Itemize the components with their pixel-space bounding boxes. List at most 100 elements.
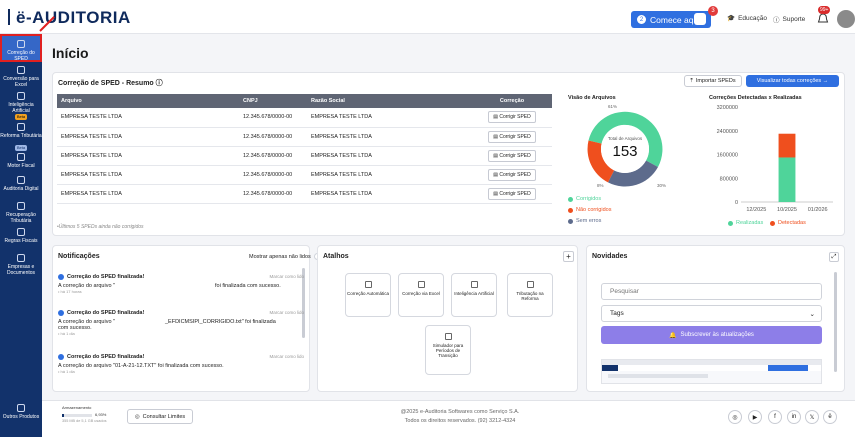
chart-icon (444, 333, 452, 340)
spreadsheet-icon (17, 66, 25, 74)
bell-icon[interactable] (816, 12, 830, 26)
linkedin-icon[interactable]: in (787, 410, 801, 424)
sidebar-item-excel[interactable]: Conversão para Excel (0, 66, 42, 88)
x-tick-label: 10/2025 (777, 207, 797, 213)
mark-read-link[interactable]: Marcar como lido (269, 310, 304, 315)
page-title: Início (52, 45, 89, 61)
money-icon (17, 202, 25, 210)
column-arquivo: Arquivo (57, 94, 239, 108)
shortcuts-title: Atalhos (323, 253, 349, 260)
sidebar-item-ai[interactable]: Inteligência Artificial (0, 92, 42, 114)
start-badge: 3 (708, 6, 718, 16)
bar-realizadas-10-2025 (778, 157, 796, 202)
shortcut-correcao-excel[interactable]: Correção via Excel (398, 273, 444, 317)
view-all-corrections-button[interactable]: Visualizar todas correções → (746, 75, 839, 87)
education-link[interactable]: 🎓 Educação (727, 14, 767, 23)
mark-read-link[interactable]: Marcar como lido (269, 354, 304, 359)
expand-icon[interactable]: ⤢ (829, 252, 839, 262)
grid-icon (17, 404, 25, 412)
unread-dot-icon (58, 274, 64, 280)
sped-table: Arquivo CNPJ Razão Social Correção EMPRE… (57, 94, 552, 204)
donut-total-label: Total de Arquivos (607, 136, 643, 141)
add-shortcut-button[interactable]: + (563, 251, 574, 262)
table-row: EMPRESA TESTE LTDA 12.345.678/0000-00 EMPR… (57, 127, 552, 147)
avatar[interactable] (837, 10, 855, 28)
check-limits-button[interactable]: ◎ Consultar Limites (127, 409, 193, 424)
mark-read-link[interactable]: Marcar como lido (269, 274, 304, 279)
notifications-title: Notificações (58, 253, 100, 260)
sidebar-beta-tag-1: Beta (14, 114, 28, 120)
shortcut-correcao-automatica[interactable]: Correção Automática (345, 273, 391, 317)
legend-corrigidos: Corrigidos (568, 196, 601, 202)
fix-sped-button[interactable]: ▤ Corrigir SPED (488, 111, 536, 124)
unread-only-toggle[interactable]: Mostrar apenas não lidos (249, 253, 328, 260)
storage-percent: 6,93% (95, 412, 107, 417)
fix-sped-button[interactable]: ▤ Corrigir SPED (488, 130, 536, 143)
instagram-icon[interactable]: ◎ (728, 410, 742, 424)
import-sped-button[interactable]: ⤒ Importar SPEDs (684, 75, 742, 87)
sidebar-item-regras[interactable]: Regras Fiscais (0, 228, 42, 244)
notification-item[interactable]: Correção do SPED finalizada! Marcar como… (58, 354, 306, 374)
tags-select[interactable]: Tags ⌄ (601, 305, 822, 322)
legend-nao-corrigidos: Não corrigidos (568, 207, 611, 213)
table-row: EMPRESA TESTE LTDA 12.345.678/0000-00 EMPR… (57, 184, 552, 204)
facebook-icon[interactable]: f (768, 410, 782, 424)
bar-detectadas-10-2025 (778, 133, 796, 158)
y-tick-label: 0 (735, 200, 738, 206)
sidebar-item-reforma[interactable]: Reforma Tributária (0, 123, 42, 139)
news-search-input[interactable] (601, 283, 822, 300)
sparkle-icon (17, 92, 25, 100)
news-scrollbar[interactable] (834, 272, 837, 372)
column-razao-social: Razão Social (307, 94, 472, 108)
eauditoria-icon[interactable]: ë (823, 410, 837, 424)
fix-sped-button[interactable]: ▤ Corrigir SPED (488, 168, 536, 181)
info-icon[interactable]: ⓘ (156, 80, 163, 87)
sped-note: •Últimos 5 SPEDs ainda não corrigidos (57, 224, 144, 230)
storage-used: 355 MB de 5,1 GB usados (62, 419, 107, 423)
storage-label: Armazenamento (62, 405, 92, 410)
unread-dot-icon (58, 354, 64, 360)
twitter-icon[interactable]: 𝕏 (805, 410, 819, 424)
rights-text: Todos os direitos reservados. (92) 3212-… (404, 418, 516, 424)
donut-pct-right: 30% (657, 183, 667, 188)
shortcut-tributacao[interactable]: Tributação na Reforma (507, 273, 553, 317)
sidebar-item-motor-fiscal[interactable]: Motor Fiscal (0, 153, 42, 169)
column-correcao: Correção (472, 94, 552, 108)
notification-item[interactable]: Correção do SPED finalizada! Marcar como… (58, 310, 306, 336)
notification-badge: 99+ (818, 6, 831, 14)
shortcut-simulador[interactable]: Simulador para Períodos de Transição (425, 325, 471, 375)
start-step-number: 2 (637, 15, 646, 24)
y-tick-label: 800000 (720, 176, 738, 182)
app-logo[interactable]: ë-AUDITORIA (8, 8, 131, 28)
scale-icon (526, 281, 534, 288)
table-row: EMPRESA TESTE LTDA 12.345.678/0000-00 EMPR… (57, 165, 552, 185)
donut-total-value: 153 (612, 143, 638, 160)
subscribe-button[interactable]: 🔔 Subscrever às atualizações (601, 326, 822, 344)
table-row: EMPRESA TESTE LTDA 12.345.678/0000-00 EMPR… (57, 146, 552, 166)
support-link[interactable]: ⓘ Suporte (773, 14, 805, 25)
storage-progress (62, 414, 92, 417)
sidebar-item-empresas[interactable]: Empresas e Documentos (0, 254, 42, 276)
legend-sem-erros: Sem erros (568, 218, 601, 224)
assistant-icon[interactable] (694, 13, 706, 25)
notification-item[interactable]: Correção do SPED finalizada! Marcar como… (58, 274, 306, 294)
scale-icon (17, 123, 25, 131)
fix-sped-button[interactable]: ▤ Corrigir SPED (488, 187, 536, 200)
sidebar-item-recuperacao[interactable]: Recuperação Tributária (0, 202, 42, 224)
upload-icon: ⤒ (690, 77, 693, 84)
donut-pct-left: 8% (597, 183, 604, 188)
fix-sped-button[interactable]: ▤ Corrigir SPED (488, 149, 536, 162)
youtube-icon[interactable]: ▶ (748, 410, 762, 424)
shortcut-ia[interactable]: Inteligência Artificial (451, 273, 497, 317)
chevron-down-icon: ⌄ (809, 310, 815, 318)
eye-icon: ◎ (134, 413, 140, 420)
x-tick-label: 12/2025 (746, 207, 766, 213)
sidebar-item-sped-correction[interactable]: Correção do SPED (0, 34, 42, 62)
news-preview-image[interactable] (601, 359, 822, 384)
donut-title: Visão de Arquivos (568, 95, 616, 101)
sidebar-item-auditoria[interactable]: Auditoria Digital (0, 176, 42, 192)
sidebar-item-outros[interactable]: Outros Produtos (0, 404, 42, 420)
engine-icon (17, 153, 25, 161)
donut-pct-top: 61% (608, 104, 618, 109)
y-tick-label: 1600000 (717, 153, 738, 159)
